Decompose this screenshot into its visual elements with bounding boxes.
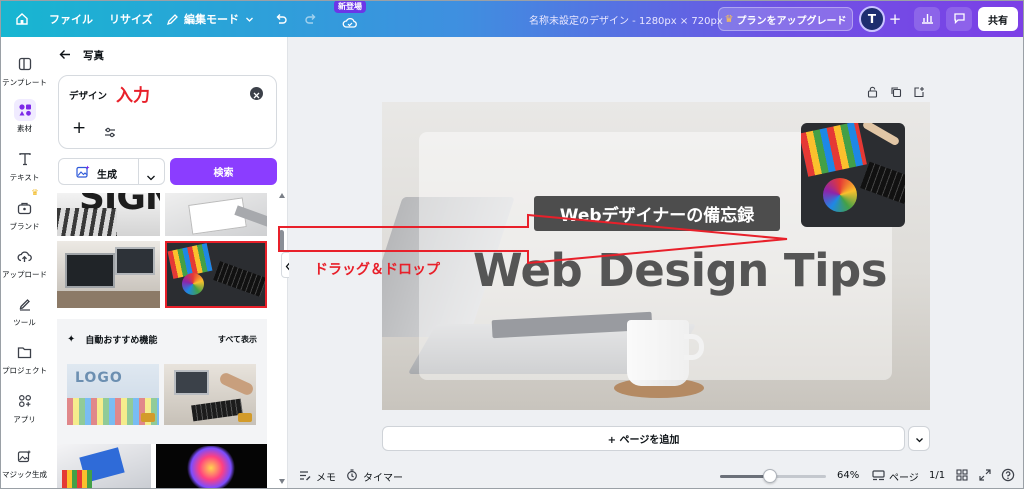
bottom-bar: メモ タイマー 64% ページ 1/1 bbox=[289, 463, 1023, 488]
zoom-level[interactable]: 64% bbox=[837, 470, 859, 481]
annotation-drag-label: ドラッグ＆ドロップ bbox=[314, 262, 440, 278]
app-window: ファイル リサイズ 編集モード 新登場 名称未設定のデザイン - 1280px … bbox=[0, 0, 1024, 489]
timer-button[interactable]: タイマー bbox=[346, 469, 403, 484]
page-counter[interactable]: 1/1 bbox=[929, 470, 945, 481]
pages-label: ページ bbox=[889, 473, 919, 484]
notes-icon bbox=[299, 470, 311, 484]
zoom-slider-handle[interactable] bbox=[763, 469, 777, 483]
add-page-button[interactable]: + ページを追加 bbox=[382, 426, 905, 451]
grid-view-button[interactable] bbox=[956, 469, 968, 484]
add-page-options-button[interactable] bbox=[908, 426, 930, 451]
help-icon bbox=[1001, 468, 1015, 485]
help-button[interactable] bbox=[1001, 468, 1015, 485]
pages-icon bbox=[872, 469, 885, 484]
expand-icon bbox=[979, 469, 991, 484]
grid-icon bbox=[956, 469, 968, 484]
notes-button[interactable]: メモ bbox=[299, 469, 336, 484]
pages-button[interactable]: ページ bbox=[872, 469, 919, 484]
drag-drop-arrow bbox=[278, 213, 788, 265]
zoom-slider[interactable] bbox=[720, 469, 826, 483]
fullscreen-button[interactable] bbox=[979, 469, 991, 484]
timer-label: タイマー bbox=[363, 473, 403, 484]
notes-label: メモ bbox=[316, 473, 336, 484]
chevron-down-icon bbox=[915, 429, 924, 448]
timer-icon bbox=[346, 469, 358, 484]
